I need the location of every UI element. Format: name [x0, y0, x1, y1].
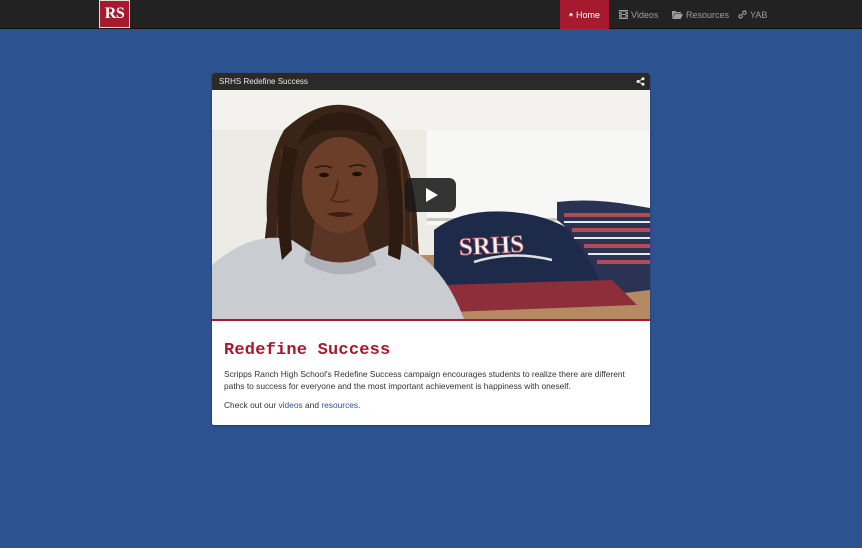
nav-item-yab[interactable]: YAB: [729, 0, 776, 29]
video-player[interactable]: SRHS Redefine Success SRHS: [212, 73, 650, 319]
cta-prefix: Check out our: [224, 400, 279, 410]
resources-link[interactable]: resources: [321, 400, 358, 410]
nav-item-yab-label: YAB: [750, 9, 768, 20]
cta-middle: and: [302, 400, 322, 410]
cta-suffix: .: [358, 400, 361, 410]
video-divider: [212, 319, 650, 321]
brand-logo[interactable]: RS: [99, 0, 130, 28]
play-icon: [425, 188, 438, 202]
folder-open-icon: [672, 11, 683, 19]
nav-item-home-label: Home: [575, 9, 600, 20]
home-icon: [569, 12, 573, 17]
card-body: Redefine Success Scripps Ranch High Scho…: [224, 341, 634, 410]
card-cta: Check out our videos and resources.: [224, 400, 634, 410]
nav-item-resources[interactable]: Resources: [663, 0, 738, 29]
nav-item-videos[interactable]: Videos: [610, 0, 667, 29]
film-icon: [619, 10, 628, 19]
card-description: Scripps Ranch High School's Redefine Suc…: [224, 369, 625, 391]
feature-card: SRHS Redefine Success SRHS Redefine Succ…: [212, 73, 650, 425]
link-icon: [738, 10, 747, 19]
video-title[interactable]: SRHS Redefine Success: [219, 77, 308, 86]
brand-logo-text: RS: [104, 5, 125, 22]
nav-item-home[interactable]: Home: [560, 0, 609, 29]
navbar: RS Home Videos Resources YAB: [0, 0, 862, 29]
video-title-bar: SRHS Redefine Success: [212, 73, 650, 90]
nav-item-resources-label: Resources: [686, 9, 730, 20]
share-icon[interactable]: [636, 77, 645, 86]
play-button[interactable]: [405, 178, 456, 212]
videos-link[interactable]: videos: [278, 400, 302, 410]
card-title: Redefine Success: [224, 341, 391, 360]
nav-item-videos-label: Videos: [631, 9, 659, 20]
